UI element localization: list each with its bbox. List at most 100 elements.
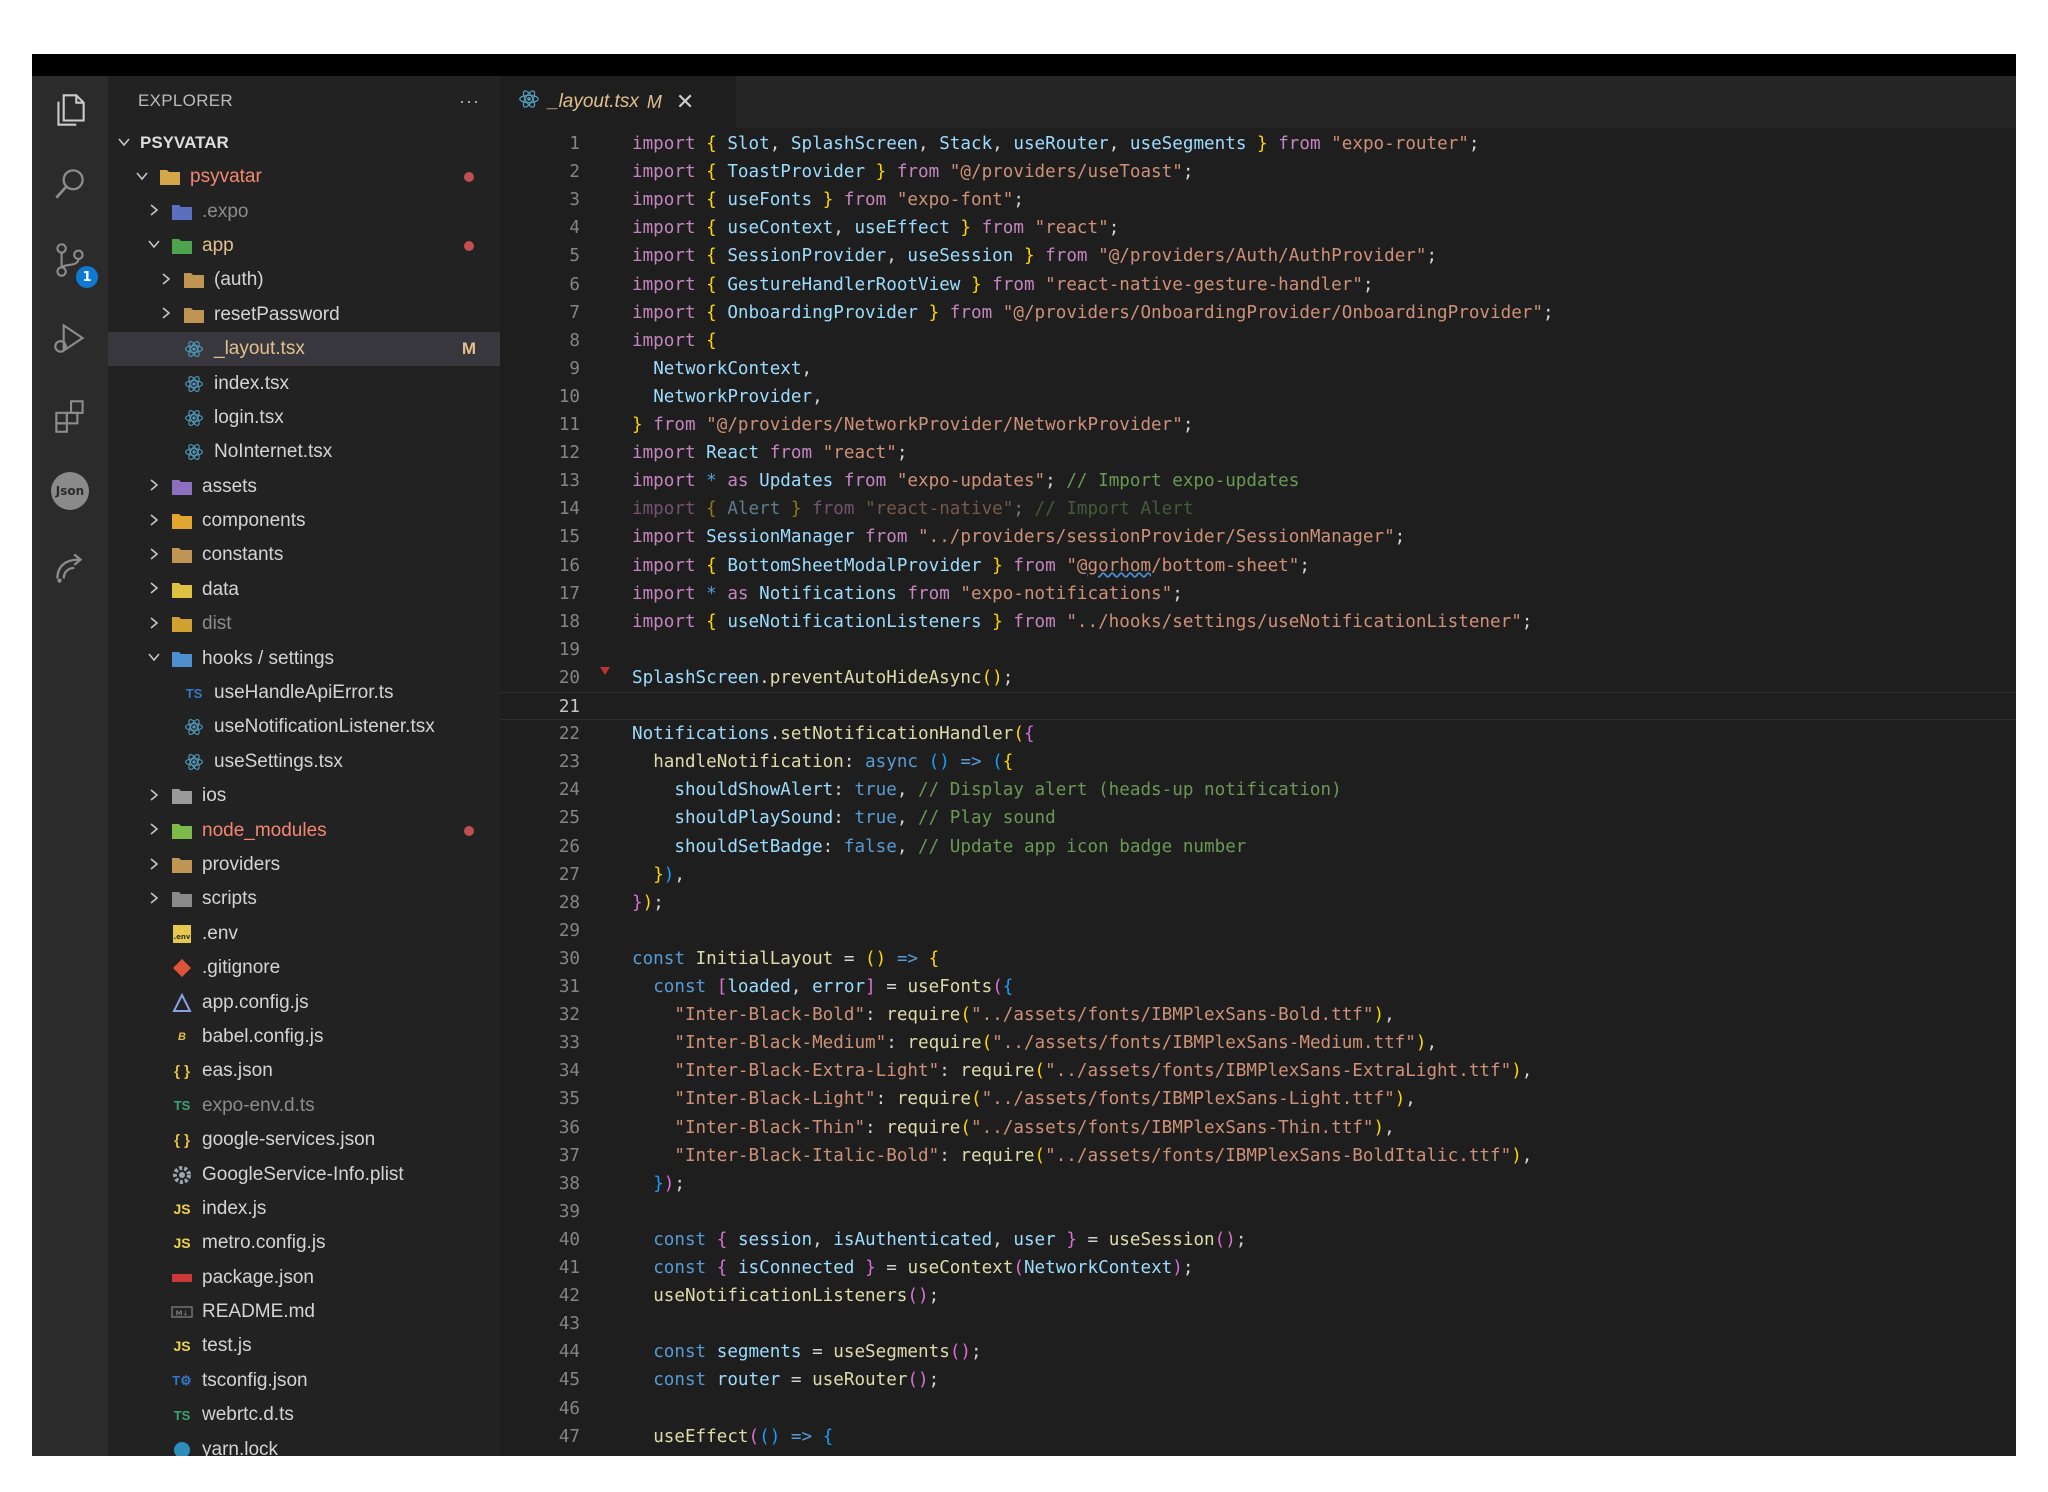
code-text: import { useNotificationListeners } from… xyxy=(632,608,1532,636)
project-section-header[interactable]: PSYVATAR xyxy=(108,126,500,160)
tree-file[interactable]: JS metro.config.js xyxy=(108,1226,500,1260)
chevron-down-icon xyxy=(144,650,164,667)
code-token: Slot xyxy=(727,134,770,154)
tree-folder[interactable]: node_modules xyxy=(108,813,500,847)
chevron-right-icon xyxy=(144,513,164,530)
gear-icon xyxy=(170,1164,194,1186)
tree-file[interactable]: JS index.js xyxy=(108,1192,500,1226)
close-icon[interactable]: ✕ xyxy=(676,89,694,115)
tree-file[interactable]: { } eas.json xyxy=(108,1054,500,1088)
project-name: PSYVATAR xyxy=(140,133,229,152)
run-debug-icon[interactable] xyxy=(48,316,92,360)
tree-folder[interactable]: components xyxy=(108,504,500,538)
more-actions-icon[interactable]: ··· xyxy=(459,91,480,112)
tree-file[interactable]: Bbabel.config.js xyxy=(108,1020,500,1054)
code-token: . xyxy=(759,667,770,688)
tree-file[interactable]: { } google-services.json xyxy=(108,1123,500,1157)
tab-layout-tsx[interactable]: _layout.tsx M ✕ xyxy=(500,76,736,128)
code-editor[interactable]: 1 import { Slot, SplashScreen, Stack, use… xyxy=(500,128,2016,1456)
tree-file[interactable]: TS useHandleApiError.ts xyxy=(108,676,500,710)
tree-folder[interactable]: scripts xyxy=(108,882,500,916)
tree-file[interactable]: useSettings.tsx xyxy=(108,745,500,779)
code-token: } xyxy=(1257,134,1268,154)
tree-folder[interactable]: data xyxy=(108,573,500,607)
extensions-icon[interactable] xyxy=(48,394,92,438)
code-token: { xyxy=(716,1229,728,1250)
tree-file[interactable]: TS expo-env.d.ts xyxy=(108,1089,500,1123)
tree-file[interactable]: M↓ README.md xyxy=(108,1295,500,1329)
tree-folder[interactable]: providers xyxy=(108,848,500,882)
code-token: "@/providers/useToast" xyxy=(949,162,1183,183)
tree-folder[interactable]: assets xyxy=(108,470,500,504)
tree-folder[interactable]: hooks / settings xyxy=(108,641,500,675)
code-token: } xyxy=(992,611,1003,632)
tree-folder[interactable]: app xyxy=(108,229,500,263)
code-token: : xyxy=(865,1005,887,1026)
title-bar xyxy=(32,54,2016,76)
tree-file[interactable]: T⚙ tsconfig.json xyxy=(108,1364,500,1398)
tree-folder[interactable]: (auth) xyxy=(108,263,500,297)
tree-file[interactable]: GoogleService-Info.plist xyxy=(108,1157,500,1191)
code-text: import { xyxy=(632,327,717,355)
code-token: useContext xyxy=(907,1258,1014,1278)
chevron-right-icon xyxy=(156,306,176,323)
tree-file[interactable]: NoInternet.tsx xyxy=(108,435,500,469)
code-token: // Import Alert xyxy=(1034,499,1194,520)
tree-file[interactable]: useNotificationListener.tsx xyxy=(108,710,500,744)
line-number: 24 xyxy=(558,780,580,801)
tree-item-label: yarn.lock xyxy=(202,1438,279,1456)
tree-file[interactable]: package.json xyxy=(108,1261,500,1295)
code-token: useEffect xyxy=(653,1426,749,1447)
code-token: import xyxy=(632,583,696,604)
code-token: : xyxy=(875,1089,897,1110)
tree-file[interactable]: .gitignore xyxy=(108,951,500,985)
line-number: 8 xyxy=(569,330,580,351)
tree-item-label: login.tsx xyxy=(214,406,284,428)
markdown-icon: M↓ xyxy=(170,1301,194,1323)
code-token: useSegments xyxy=(1129,134,1247,154)
tree-file[interactable]: index.tsx xyxy=(108,366,500,400)
code-token: , xyxy=(1384,1005,1395,1026)
tree-folder[interactable]: resetPassword xyxy=(108,298,500,332)
source-control-icon[interactable]: 1 xyxy=(48,238,98,288)
tree-file[interactable]: .env .env xyxy=(108,917,500,951)
json-icon: { } xyxy=(174,1131,190,1149)
search-icon[interactable] xyxy=(48,162,92,206)
tree-file[interactable]: yarn.lock xyxy=(108,1432,500,1456)
tree-item-label: index.tsx xyxy=(214,372,289,394)
svg-text:M↓: M↓ xyxy=(176,1310,189,1318)
tree-folder[interactable]: .expo xyxy=(108,194,500,228)
dist-folder-icon xyxy=(170,613,194,635)
explorer-icon[interactable] xyxy=(48,88,92,132)
code-token: ) xyxy=(1394,1089,1406,1110)
json-icon[interactable]: Json xyxy=(48,469,92,513)
line-number: 4 xyxy=(569,218,580,239)
tree-file[interactable]: _layout.tsx M xyxy=(108,331,500,367)
tree-file[interactable]: login.tsx xyxy=(108,401,500,435)
remote-icon[interactable] xyxy=(48,546,92,590)
tree-folder[interactable]: constants xyxy=(108,538,500,572)
tree-file[interactable]: TS webrtc.d.ts xyxy=(108,1398,500,1432)
tree-file[interactable]: app.config.js xyxy=(108,985,500,1019)
babel-icon: B xyxy=(178,1030,186,1043)
code-token: useEffect xyxy=(854,218,950,239)
code-token: require xyxy=(896,1089,971,1110)
tree-folder[interactable]: dist xyxy=(108,607,500,641)
breakpoint-marker-icon[interactable] xyxy=(600,666,610,675)
tree-file[interactable]: JS test.js xyxy=(108,1329,500,1363)
code-token: } xyxy=(653,1173,664,1194)
code-token: ) xyxy=(1511,1061,1522,1082)
tree-folder[interactable]: psyvatar xyxy=(108,160,500,194)
tree-folder[interactable]: ios xyxy=(108,779,500,813)
code-token: () xyxy=(981,667,1003,688)
code-text: "Inter-Black-Medium": require("../assets… xyxy=(632,1029,1437,1057)
chevron-right-icon xyxy=(144,581,164,598)
code-token: // Import expo-updates xyxy=(1066,471,1300,492)
code-token: () xyxy=(928,752,950,773)
